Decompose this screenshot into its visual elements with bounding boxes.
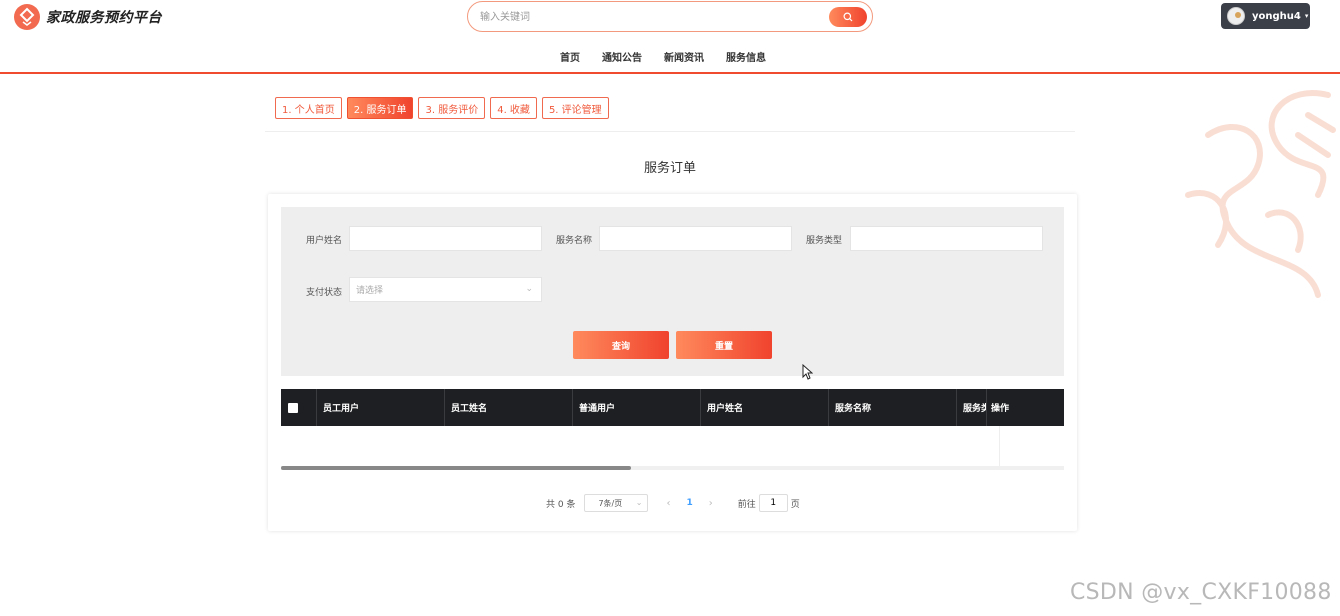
pagination: 共 0 条 7条/页 ⌄ ‹ 1 › 前往 页 (546, 494, 800, 512)
pay-status-placeholder: 请选择 (356, 286, 384, 296)
search-input[interactable] (480, 6, 810, 28)
search-button[interactable] (829, 7, 867, 27)
mouse-cursor-icon (802, 364, 813, 380)
column-header-normal-user[interactable]: 普通用户 (573, 389, 701, 426)
column-header-service-type[interactable]: 服务类 (957, 389, 987, 426)
tab-favorites[interactable]: 4. 收藏 (490, 97, 537, 119)
scrollbar-thumb[interactable] (281, 466, 631, 470)
username: yonghu4 (1252, 10, 1301, 22)
column-header-staff-name[interactable]: 员工姓名 (445, 389, 573, 426)
page-size-select[interactable]: 7条/页 ⌄ (584, 494, 649, 512)
tab-service-orders[interactable]: 2. 服务订单 (346, 97, 414, 119)
service-name-input[interactable] (599, 226, 792, 251)
table-body (281, 426, 1064, 470)
orders-card: 用户姓名 服务名称 服务类型 支付状态 请选择 ⌄ 查询 重置 员工用户 员工姓… (268, 194, 1077, 531)
goto-page-input[interactable] (758, 494, 788, 512)
nav-item-home[interactable]: 首页 (560, 49, 580, 64)
select-all-cell (281, 389, 317, 426)
top-header: 家政服务预约平台 yonghu4 ▾ 首页 通知公告 新闻资讯 服务信息 (0, 0, 1340, 74)
logo[interactable]: 家政服务预约平台 (14, 4, 162, 30)
search-query-button[interactable]: 查询 (573, 331, 669, 359)
page-title: 服务订单 (643, 161, 696, 176)
watermark: CSDN @vx_CXKF10088 (1070, 580, 1332, 605)
chevron-down-icon: ⌄ (635, 498, 643, 507)
avatar (1227, 7, 1245, 25)
next-page-icon[interactable]: › (709, 498, 713, 509)
reset-button[interactable]: 重置 (676, 331, 772, 359)
service-name-label: 服务名称 (556, 236, 593, 246)
page-size-value: 7条/页 (598, 498, 623, 508)
pay-status-select[interactable]: 请选择 ⌄ (349, 277, 542, 302)
dragon-decoration-icon (1185, 90, 1336, 298)
column-header-user-name[interactable]: 用户姓名 (701, 389, 829, 426)
table-header: 员工用户 员工姓名 普通用户 用户姓名 服务名称 服务类 操作 (281, 389, 1064, 426)
horizontal-scrollbar[interactable] (281, 466, 1064, 470)
chevron-down-icon: ▾ (1304, 12, 1309, 20)
tab-comment-management[interactable]: 5. 评论管理 (541, 97, 609, 119)
search-box (467, 1, 873, 32)
service-type-label: 服务类型 (806, 236, 843, 246)
nav-item-services[interactable]: 服务信息 (726, 49, 766, 64)
select-all-checkbox[interactable] (288, 402, 298, 413)
prev-page-icon[interactable]: ‹ (666, 498, 670, 509)
user-name-input[interactable] (349, 226, 542, 251)
page-number-current[interactable]: 1 (686, 498, 692, 508)
divider (265, 131, 1075, 132)
column-divider (999, 426, 1000, 470)
nav-item-notices[interactable]: 通知公告 (602, 49, 642, 64)
filter-panel: 用户姓名 服务名称 服务类型 支付状态 请选择 ⌄ 查询 重置 (281, 207, 1064, 376)
search-icon (843, 12, 853, 22)
chevron-down-icon: ⌄ (525, 284, 533, 294)
pay-status-label: 支付状态 (306, 288, 343, 298)
logo-icon (14, 4, 40, 30)
user-center-tabs: 1. 个人首页 2. 服务订单 3. 服务评价 4. 收藏 5. 评论管理 (275, 97, 614, 119)
column-header-service-name[interactable]: 服务名称 (829, 389, 957, 426)
service-type-input[interactable] (850, 226, 1043, 251)
logo-text: 家政服务预约平台 (46, 10, 162, 26)
tab-service-reviews[interactable]: 3. 服务评价 (418, 97, 486, 119)
user-name-label: 用户姓名 (306, 236, 343, 246)
column-header-actions: 操作 (991, 404, 1010, 414)
total-count: 共 0 条 (546, 499, 576, 510)
nav-item-news[interactable]: 新闻资讯 (664, 49, 704, 64)
user-menu[interactable]: yonghu4 ▾ (1221, 3, 1310, 29)
main-nav: 首页 通知公告 新闻资讯 服务信息 (560, 49, 788, 64)
page-suffix: 页 (790, 499, 800, 510)
goto-label: 前往 (737, 499, 756, 510)
column-header-staff-user[interactable]: 员工用户 (317, 389, 445, 426)
tab-personal-home[interactable]: 1. 个人首页 (275, 97, 342, 119)
